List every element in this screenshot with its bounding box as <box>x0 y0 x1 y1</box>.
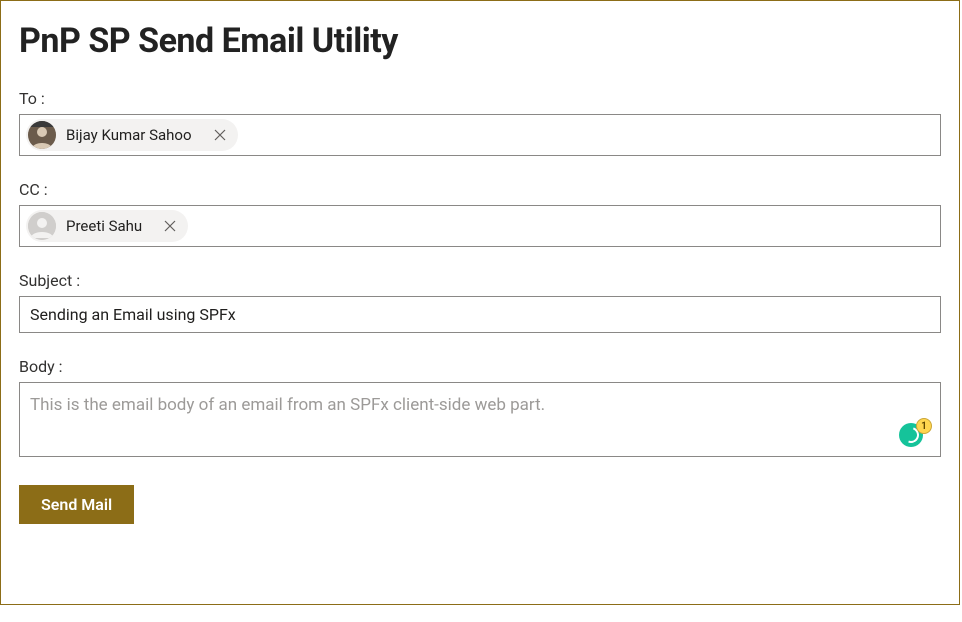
subject-input[interactable] <box>19 296 941 333</box>
cc-label: CC : <box>19 180 941 199</box>
grammarly-widget[interactable]: 1 <box>899 423 927 451</box>
to-label: To : <box>19 89 941 108</box>
to-people-picker[interactable]: Bijay Kumar Sahoo <box>19 114 941 156</box>
email-utility-panel: PnP SP Send Email Utility To : Bijay Kum… <box>0 0 960 605</box>
to-persona-chip: Bijay Kumar Sahoo <box>26 119 238 151</box>
send-mail-button[interactable]: Send Mail <box>19 485 134 524</box>
body-textarea[interactable] <box>19 382 941 457</box>
remove-to-chip[interactable] <box>210 125 230 145</box>
cc-persona-chip: Preeti Sahu <box>26 210 188 242</box>
grammarly-badge: 1 <box>916 418 932 434</box>
close-icon <box>214 129 226 141</box>
body-label: Body : <box>19 357 941 376</box>
subject-label: Subject : <box>19 271 941 290</box>
avatar <box>28 121 56 149</box>
page-title: PnP SP Send Email Utility <box>19 21 941 61</box>
close-icon <box>164 220 176 232</box>
person-photo-icon <box>28 121 56 149</box>
person-placeholder-icon <box>28 212 56 240</box>
remove-cc-chip[interactable] <box>160 216 180 236</box>
to-persona-name: Bijay Kumar Sahoo <box>66 126 192 144</box>
cc-persona-name: Preeti Sahu <box>66 217 142 235</box>
avatar <box>28 212 56 240</box>
cc-people-picker[interactable]: Preeti Sahu <box>19 205 941 247</box>
body-wrapper: 1 <box>19 382 941 461</box>
